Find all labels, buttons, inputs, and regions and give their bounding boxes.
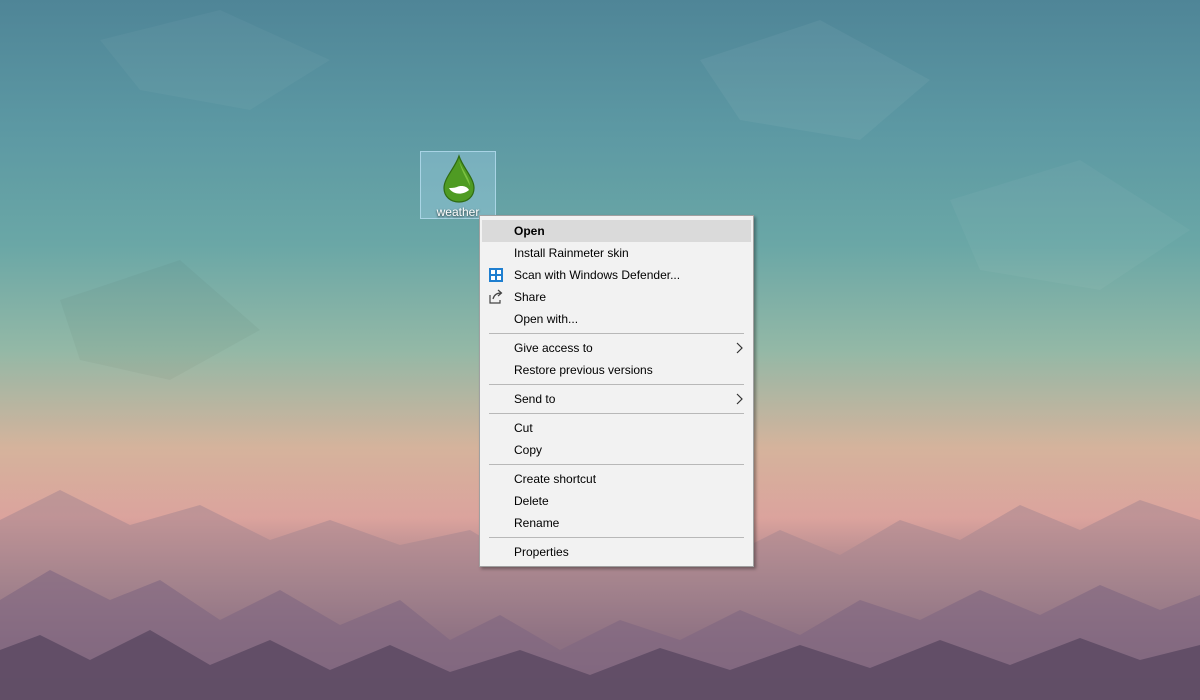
context-menu: Open Install Rainmeter skin Scan with Wi… — [479, 215, 754, 567]
menu-item-open-with[interactable]: Open with... — [482, 308, 751, 330]
menu-item-open[interactable]: Open — [482, 220, 751, 242]
menu-item-create-shortcut[interactable]: Create shortcut — [482, 468, 751, 490]
menu-item-scan-with-windows-defender[interactable]: Scan with Windows Defender... — [482, 264, 751, 286]
menu-item-label: Rename — [514, 516, 560, 530]
menu-item-rename[interactable]: Rename — [482, 512, 751, 534]
menu-item-label: Cut — [514, 421, 533, 435]
menu-separator — [489, 384, 744, 385]
menu-item-properties[interactable]: Properties — [482, 541, 751, 563]
menu-separator — [489, 413, 744, 414]
menu-item-label: Copy — [514, 443, 543, 457]
menu-item-give-access-to[interactable]: Give access to — [482, 337, 751, 359]
chevron-right-icon — [736, 342, 743, 354]
menu-item-share[interactable]: Share — [482, 286, 751, 308]
menu-item-label: Give access to — [514, 341, 593, 355]
menu-item-label: Restore previous versions — [514, 363, 653, 377]
menu-item-label: Delete — [514, 494, 549, 508]
menu-item-label: Create shortcut — [514, 472, 597, 486]
rainmeter-drop-icon — [443, 154, 475, 203]
windows-defender-icon — [489, 268, 503, 282]
menu-item-delete[interactable]: Delete — [482, 490, 751, 512]
menu-item-copy[interactable]: Copy — [482, 439, 751, 461]
menu-separator — [489, 464, 744, 465]
menu-item-label: Send to — [514, 392, 556, 406]
menu-separator — [489, 537, 744, 538]
menu-item-label: Share — [514, 290, 547, 304]
menu-item-label: Open with... — [514, 312, 579, 326]
menu-item-cut[interactable]: Cut — [482, 417, 751, 439]
share-icon — [489, 289, 503, 304]
menu-item-send-to[interactable]: Send to — [482, 388, 751, 410]
menu-item-install-rainmeter-skin[interactable]: Install Rainmeter skin — [482, 242, 751, 264]
menu-separator — [489, 333, 744, 334]
chevron-right-icon — [736, 393, 743, 405]
desktop-icon-weather[interactable]: weather — [420, 151, 496, 219]
menu-item-label: Properties — [514, 545, 569, 559]
menu-item-label: Scan with Windows Defender... — [514, 268, 681, 282]
menu-item-label: Install Rainmeter skin — [514, 246, 629, 260]
desktop[interactable]: weather Open Install Rainmeter skin Scan… — [0, 0, 1200, 700]
menu-item-restore-previous-versions[interactable]: Restore previous versions — [482, 359, 751, 381]
menu-item-label: Open — [514, 224, 545, 238]
